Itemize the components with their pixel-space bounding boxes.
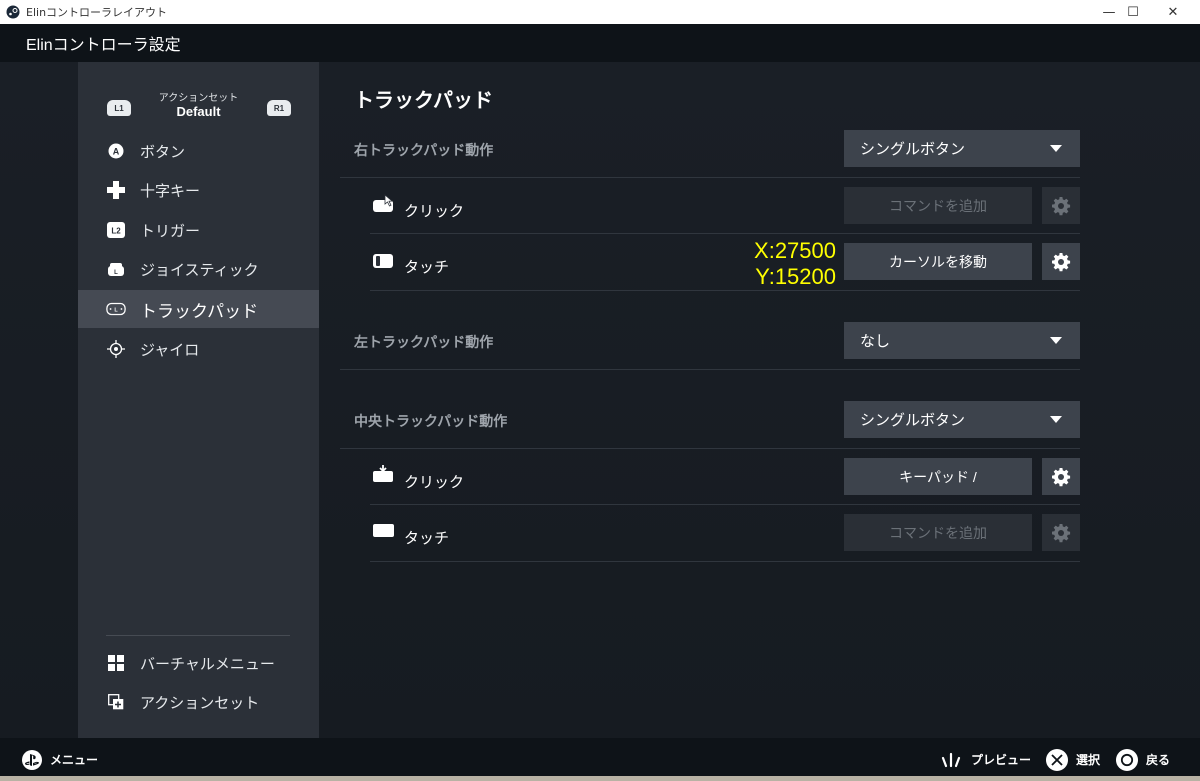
- sidebar-item-label: ボタン: [140, 143, 186, 161]
- gyro-icon: [106, 339, 126, 359]
- select-label: 選択: [1076, 753, 1101, 767]
- sidebar-item-label: 十字キー: [140, 182, 201, 200]
- center-touch-add-command-button[interactable]: コマンドを追加: [844, 514, 1032, 551]
- svg-text:A: A: [113, 147, 120, 157]
- background-strip: [0, 776, 1200, 781]
- divider: [370, 504, 1080, 505]
- sidebar-item-label: バーチャルメニュー: [140, 655, 275, 673]
- page-header-title: Elinコントローラ設定: [26, 37, 181, 54]
- chevron-down-icon: [1050, 416, 1062, 423]
- back-label: 戻る: [1146, 753, 1171, 767]
- l2-trigger-icon: L2: [106, 220, 126, 240]
- action-set-selector: L1 アクションセット Default R1: [78, 86, 319, 130]
- chevron-down-icon: [1050, 145, 1062, 152]
- sidebar-item-label: ジャイロ: [140, 341, 200, 359]
- window-title: Elinコントローラレイアウト: [26, 6, 168, 19]
- left-trackpad-mode-dropdown[interactable]: なし: [844, 322, 1080, 359]
- right-touch-settings-button[interactable]: [1042, 243, 1080, 280]
- right-touch-command-button[interactable]: カーソルを移動: [844, 243, 1032, 280]
- page-header: Elinコントローラ設定: [0, 24, 1200, 62]
- right-click-add-command-button[interactable]: コマンドを追加: [844, 187, 1032, 224]
- divider: [370, 290, 1080, 291]
- sidebar-item-label: アクションセット: [140, 694, 260, 712]
- gear-icon: [1052, 252, 1071, 271]
- gear-icon: [1052, 467, 1071, 486]
- dropdown-value: シングルボタン: [860, 412, 966, 429]
- center-trackpad-label: 中央トラックパッド動作: [354, 413, 508, 429]
- gear-icon: [1052, 523, 1071, 542]
- menu-button[interactable]: メニュー: [22, 738, 98, 781]
- right-trackpad-label: 右トラックパッド動作: [354, 142, 494, 158]
- sidebar: L1 アクションセット Default R1 A ボタン 十字キー L2 トリガ…: [78, 62, 319, 738]
- sidebar-divider: [106, 635, 290, 636]
- sidebar-item-buttons[interactable]: A ボタン: [78, 132, 319, 170]
- left-trackpad-label: 左トラックパッド動作: [354, 334, 494, 350]
- center-trackpad-click-icon: [373, 465, 393, 482]
- preview-icon: [941, 752, 961, 767]
- footer-bar: メニュー プレビュー 選択 戻る: [0, 738, 1200, 781]
- right-trackpad-mode-dropdown[interactable]: シングルボタン: [844, 130, 1080, 167]
- sidebar-item-label: トラックパッド: [140, 301, 259, 321]
- sidebar-item-triggers[interactable]: L2 トリガー: [78, 211, 319, 249]
- trackpad-touch-icon: [373, 254, 393, 268]
- cross-button-icon: [1046, 748, 1068, 771]
- sidebar-item-action-sets[interactable]: アクションセット: [78, 683, 319, 721]
- center-trackpad-mode-dropdown[interactable]: シングルボタン: [844, 401, 1080, 438]
- sidebar-item-dpad[interactable]: 十字キー: [78, 171, 319, 209]
- preview-button[interactable]: プレビュー: [941, 738, 1031, 781]
- gear-icon: [1052, 196, 1071, 215]
- right-touch-label: タッチ: [404, 259, 450, 276]
- playstation-icon: [22, 749, 42, 770]
- dropdown-value: シングルボタン: [860, 141, 966, 158]
- divider: [340, 177, 1080, 178]
- center-click-settings-button[interactable]: [1042, 458, 1080, 495]
- select-button[interactable]: 選択: [1046, 738, 1100, 781]
- action-set-icon: [106, 692, 126, 712]
- coordinate-y-readout: Y:15200: [755, 264, 836, 289]
- sidebar-item-gyro[interactable]: ジャイロ: [78, 330, 319, 368]
- close-window-button[interactable]: ✕: [1150, 0, 1196, 24]
- steam-icon: [6, 5, 20, 19]
- svg-text:L: L: [114, 270, 118, 276]
- preview-label: プレビュー: [971, 753, 1032, 767]
- a-button-icon: A: [106, 141, 126, 161]
- trackpad-click-icon: [373, 194, 394, 212]
- page-title: トラックパッド: [354, 90, 493, 112]
- right-click-label: クリック: [404, 203, 465, 220]
- center-trackpad-touch-icon: [373, 524, 394, 537]
- coordinate-x-readout: X:27500: [754, 238, 836, 263]
- sidebar-item-label: トリガー: [140, 222, 201, 240]
- menu-label: メニュー: [50, 753, 99, 767]
- center-click-command-button[interactable]: キーパッド /: [844, 458, 1032, 495]
- dropdown-value: なし: [860, 333, 891, 350]
- divider: [370, 233, 1080, 234]
- center-touch-label: タッチ: [404, 530, 450, 547]
- center-click-label: クリック: [404, 474, 465, 491]
- r1-shoulder-icon[interactable]: R1: [267, 100, 291, 116]
- sidebar-item-virtual-menu[interactable]: バーチャルメニュー: [78, 644, 319, 682]
- trackpad-icon: L: [106, 299, 126, 319]
- svg-text:L2: L2: [111, 227, 121, 236]
- joystick-icon: L: [106, 259, 126, 279]
- circle-button-icon: [1116, 748, 1138, 771]
- divider: [340, 448, 1080, 449]
- sidebar-item-trackpad[interactable]: L トラックパッド: [78, 290, 319, 328]
- svg-text:L: L: [114, 308, 118, 314]
- sidebar-item-joystick[interactable]: L ジョイスティック: [78, 250, 319, 288]
- center-touch-settings-button[interactable]: [1042, 514, 1080, 551]
- divider: [370, 561, 1080, 562]
- sidebar-item-label: ジョイスティック: [140, 261, 259, 279]
- window-titlebar: Elinコントローラレイアウト — ☐ ✕: [0, 0, 1200, 24]
- dpad-icon: [106, 180, 126, 200]
- back-button[interactable]: 戻る: [1116, 738, 1170, 781]
- divider: [340, 369, 1080, 370]
- chevron-down-icon: [1050, 337, 1062, 344]
- grid-icon: [106, 653, 126, 673]
- right-click-settings-button[interactable]: [1042, 187, 1080, 224]
